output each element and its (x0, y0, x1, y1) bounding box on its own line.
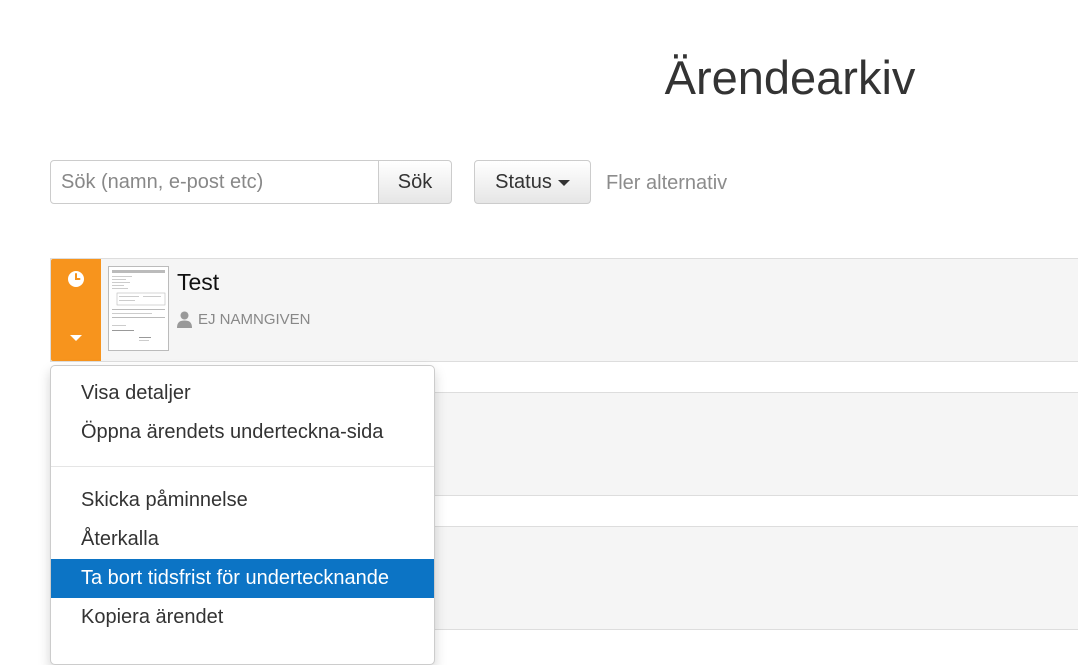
menu-item-copy-case[interactable]: Kopiera ärendet (51, 598, 434, 637)
document-preview-icon (112, 270, 166, 341)
signer-info: EJ NAMNGIVEN (177, 311, 311, 328)
search-input[interactable] (50, 160, 379, 204)
menu-item-send-reminder[interactable]: Skicka påminnelse (51, 481, 434, 520)
case-actions-dropdown: Visa detaljer Öppna ärendets underteckna… (50, 365, 435, 665)
caret-down-icon (557, 180, 570, 186)
clock-icon (68, 271, 84, 287)
document-thumbnail[interactable] (108, 266, 169, 351)
menu-divider (51, 466, 434, 467)
search-button[interactable]: Sök (378, 160, 452, 204)
signer-name: EJ NAMNGIVEN (198, 311, 311, 328)
menu-item-remove-deadline[interactable]: Ta bort tidsfrist för undertecknande (51, 559, 434, 598)
expand-caret-icon[interactable] (70, 335, 82, 341)
more-options-link[interactable]: Fler alternativ (606, 172, 727, 195)
menu-item-show-details[interactable]: Visa detaljer (51, 374, 434, 413)
page-title: Ärendearkiv (664, 51, 916, 104)
menu-item-open-sign-page[interactable]: Öppna ärendets underteckna-sida (51, 413, 434, 452)
status-dropdown-button[interactable]: Status (474, 160, 591, 204)
user-icon (177, 311, 192, 328)
menu-item-revoke[interactable]: Återkalla (51, 520, 434, 559)
status-button-label: Status (495, 170, 552, 193)
case-row[interactable]: Test EJ NAMNGIVEN (50, 258, 1078, 362)
status-indicator (51, 259, 101, 361)
case-title[interactable]: Test (177, 269, 219, 296)
